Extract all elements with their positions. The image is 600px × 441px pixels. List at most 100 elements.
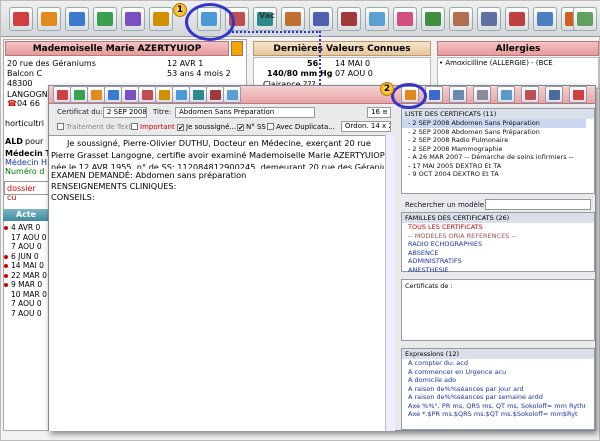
cert-list-row[interactable]: - A 26 MAR 2007 -- Démarche de soins inf… <box>402 153 586 162</box>
family-row[interactable]: ANESTHESIE <box>402 266 586 275</box>
callout-connector-h <box>229 31 321 33</box>
toolbar-10-icon <box>285 12 301 26</box>
expression-row[interactable]: Axe *.$PR ms.$QRS ms.$QT ms.$Sokoloff= m… <box>402 410 586 419</box>
expression-row[interactable]: A raison de%%séances par jour ard <box>402 385 586 394</box>
toolbar-button-3[interactable] <box>65 7 89 31</box>
toolbar-button-12[interactable] <box>337 7 361 31</box>
cert-list-row[interactable]: - 2 SEP 2008 Abdomen Sans Préparation <box>402 119 586 128</box>
toolbar-button-4[interactable] <box>93 7 117 31</box>
expression-row[interactable]: A domicile ado <box>402 376 586 385</box>
act-date-row[interactable]: 14 MAI 0 <box>3 261 49 271</box>
toolbar-button-2[interactable] <box>37 7 61 31</box>
toolbar-button-11[interactable] <box>309 7 333 31</box>
toolbar-button-5[interactable] <box>121 7 145 31</box>
cert-tool-button-3[interactable] <box>87 86 105 103</box>
cert-tool-button-5[interactable] <box>121 86 139 103</box>
print-button[interactable] <box>545 86 563 103</box>
patient-address-1: 20 rue des Géraniums <box>7 59 96 68</box>
cert-tool-button-11[interactable] <box>223 86 241 103</box>
toolbar-button-14[interactable] <box>393 7 417 31</box>
act-date-row[interactable]: 22 MAR 0 <box>3 271 49 281</box>
cert-list-row[interactable]: - 9 OCT 2004 DEXTRO Et TA <box>402 170 586 179</box>
toolbar-button-17[interactable] <box>477 7 501 31</box>
toolbar-6-icon <box>153 12 169 26</box>
toolbar-button-16[interactable] <box>449 7 473 31</box>
toolbar-button-6[interactable] <box>149 7 173 31</box>
certificate-window: Certificat du: 2 SEP 2008 Titre: Abdomen… <box>48 82 596 431</box>
expression-row[interactable]: A commencer en Urgence acu <box>402 368 586 377</box>
cert-date-field[interactable]: 2 SEP 2008 <box>103 107 147 118</box>
chk-ss[interactable]: ✔ N° SS <box>237 123 266 132</box>
act-date-row[interactable]: 6 JUN 0 <box>3 252 49 262</box>
text-area-scrollbar[interactable] <box>385 135 395 431</box>
toolbar-2-icon <box>41 12 57 26</box>
act-date-row[interactable]: 10 MAR 0 <box>3 290 49 300</box>
chk-text-processing[interactable]: Traitement de Texte <box>57 123 135 131</box>
search-model-input[interactable] <box>485 199 591 210</box>
toolbar-button-18[interactable] <box>505 7 529 31</box>
export-button[interactable] <box>521 86 539 103</box>
toolbar-15-icon <box>425 12 441 26</box>
expression-row[interactable]: A raison de%%séances par semaine ardd <box>402 393 586 402</box>
patient-address-2: Balcon C <box>7 69 43 78</box>
certificate-text-area[interactable]: Je soussigné, Pierre-Olivier DUTHU, Doct… <box>49 135 395 431</box>
new-doc-button[interactable] <box>449 86 467 103</box>
close-window-button[interactable] <box>569 86 587 103</box>
toolbar-button-15[interactable] <box>421 7 445 31</box>
act-date-row[interactable]: 4 AVR 0 <box>3 223 49 233</box>
font-size-stepper[interactable]: 16 ≡ <box>367 107 391 118</box>
act-date-row[interactable]: 7 AOU 0 <box>3 242 49 252</box>
toolbar-button-13[interactable] <box>365 7 389 31</box>
chk-signed[interactable]: ✔ Je soussigné... <box>177 123 236 132</box>
toolbar-button-10[interactable] <box>281 7 305 31</box>
toolbar-button-19[interactable] <box>533 7 557 31</box>
patient-edit-icon[interactable] <box>231 41 243 56</box>
cert-tool-button-9[interactable] <box>189 86 207 103</box>
toolbar-button-21[interactable] <box>573 7 597 31</box>
chk-duplicate[interactable]: Avec Duplicata... <box>267 123 335 131</box>
callout-badge-2: 2 <box>380 82 394 96</box>
family-row[interactable]: ABSENCE <box>402 249 586 258</box>
cert-title-field[interactable]: Abdomen Sans Préparation <box>175 107 315 118</box>
toolbar-16-icon <box>453 12 469 26</box>
cert-list-row[interactable]: - 17 MAI 2005 DEXTRO Et TA <box>402 162 586 171</box>
family-row[interactable]: -- MODELES ORIA REFERENCES -- <box>402 232 586 241</box>
cert-list-row[interactable]: - 2 SEP 2008 Mammographie <box>402 145 586 154</box>
act-date-row[interactable]: 7 AOU 0 <box>3 309 49 319</box>
toolbar-13-icon <box>369 12 385 26</box>
families-panel: FAMILLES DES CERTIFICATS (26) TOUS LES C… <box>401 212 595 275</box>
expression-row[interactable]: Axe %%°, PR ms, QRS ms, QT ms, Sokoloff=… <box>402 402 586 411</box>
new-doc-icon <box>452 89 464 100</box>
cert-list-row[interactable]: - 2 SEP 2008 Radio Pulmonaire <box>402 136 586 145</box>
act-date-row[interactable]: 17 AOU 0 <box>3 233 49 243</box>
cert-tool-button-1[interactable] <box>53 86 71 103</box>
blue-arrow-button[interactable] <box>425 86 443 103</box>
cert-tool-button-7[interactable] <box>155 86 173 103</box>
cert-tool-icon-6 <box>141 89 153 100</box>
toolbar-5-icon <box>125 12 141 26</box>
trash-button[interactable] <box>473 86 491 103</box>
chk-important[interactable]: Important <box>131 123 175 131</box>
cert-tool-button-6[interactable] <box>138 86 156 103</box>
cert-tool-button-10[interactable] <box>206 86 224 103</box>
order-format-select[interactable]: Ordon. 14 x 21 <box>341 121 391 132</box>
copy-button[interactable] <box>497 86 515 103</box>
family-row[interactable]: RADIO ECHOGRAPHIES <box>402 240 586 249</box>
family-row[interactable]: ADMINISTRATIFS <box>402 257 586 266</box>
toolbar-14-icon <box>397 12 413 26</box>
cert-tool-button-8[interactable] <box>172 86 190 103</box>
act-date-row[interactable]: 7 AOU 0 <box>3 299 49 309</box>
act-date-row[interactable]: 9 MAR 0 <box>3 280 49 290</box>
toolbar-button-1[interactable] <box>9 7 33 31</box>
dossier-input[interactable]: dossier cu <box>4 181 49 202</box>
bp-value: 140/80 mm Hg <box>267 69 333 78</box>
expression-row[interactable]: A compter du: acd <box>402 359 586 368</box>
last-values-header: Dernières Valeurs Connues <box>253 41 431 56</box>
cert-list-row[interactable]: - 2 SEP 2008 Abdomen Sans Préparation <box>402 128 586 137</box>
act-bullet-icon <box>4 254 8 259</box>
doctor-name[interactable]: Médecin H <box>5 158 47 167</box>
cert-tool-button-4[interactable] <box>104 86 122 103</box>
family-row[interactable]: TOUS LES CERTIFICATS <box>402 223 586 232</box>
cert-tool-button-2[interactable] <box>70 86 88 103</box>
cert-tool-icon-9 <box>192 89 204 100</box>
